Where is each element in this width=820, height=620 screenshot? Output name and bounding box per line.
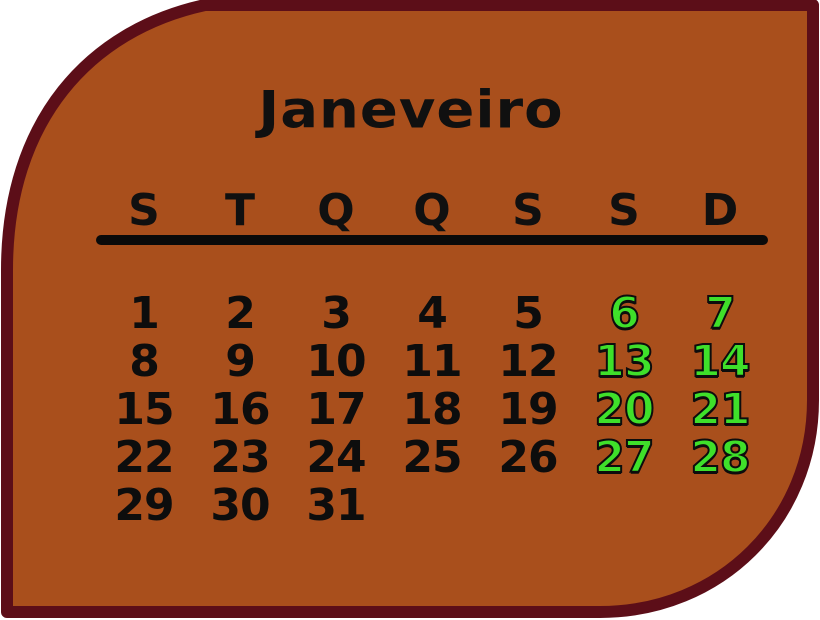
weekday-label: S <box>512 185 544 236</box>
day-grid: 1 2 3 4 5 6 7 8 9 10 11 12 13 14 15 16 1… <box>96 288 768 531</box>
day-cell: 8 <box>129 336 160 387</box>
day-cell: 4 <box>417 288 448 339</box>
day-cell: 11 <box>402 336 462 387</box>
day-cell: 1 <box>129 288 160 339</box>
weekend-day-cell: 21 <box>689 384 751 435</box>
day-cell: 2 <box>225 288 256 339</box>
day-cell: 16 <box>210 384 270 435</box>
calendar-card: Janeveiro S T Q Q S S D 1 2 3 4 5 6 7 8 … <box>0 0 820 620</box>
day-cell: 18 <box>402 384 462 435</box>
day-cell: 22 <box>114 432 174 483</box>
header-divider <box>96 235 768 245</box>
weekend-day-cell: 7 <box>704 288 737 339</box>
weekday-label: Q <box>317 185 355 236</box>
day-cell: 15 <box>114 384 174 435</box>
day-cell: 23 <box>210 432 270 483</box>
weekend-day-cell: 28 <box>689 432 751 483</box>
weekday-label: S <box>608 185 640 236</box>
day-cell: 29 <box>114 480 174 531</box>
weekday-label: Q <box>413 185 451 236</box>
day-cell: 19 <box>498 384 558 435</box>
day-cell: 24 <box>306 432 366 483</box>
weekday-header-row: S T Q Q S S D <box>96 186 768 236</box>
day-cell: 25 <box>402 432 462 483</box>
weekday-label: T <box>224 185 255 236</box>
month-title: Janeveiro <box>258 80 564 141</box>
day-cell: 31 <box>306 480 366 531</box>
weekend-day-cell: 14 <box>689 336 751 387</box>
day-cell: 3 <box>321 288 352 339</box>
day-cell: 10 <box>306 336 366 387</box>
weekday-label: S <box>128 185 160 236</box>
day-cell: 9 <box>225 336 256 387</box>
day-cell: 12 <box>498 336 558 387</box>
day-cell: 17 <box>306 384 366 435</box>
day-cell: 26 <box>498 432 558 483</box>
weekend-day-cell: 20 <box>593 384 655 435</box>
weekend-day-cell: 13 <box>593 336 655 387</box>
day-cell: 30 <box>210 480 270 531</box>
weekday-label: D <box>701 185 739 236</box>
weekend-day-cell: 27 <box>593 432 655 483</box>
weekend-day-cell: 6 <box>608 288 641 339</box>
day-cell: 5 <box>513 288 544 339</box>
